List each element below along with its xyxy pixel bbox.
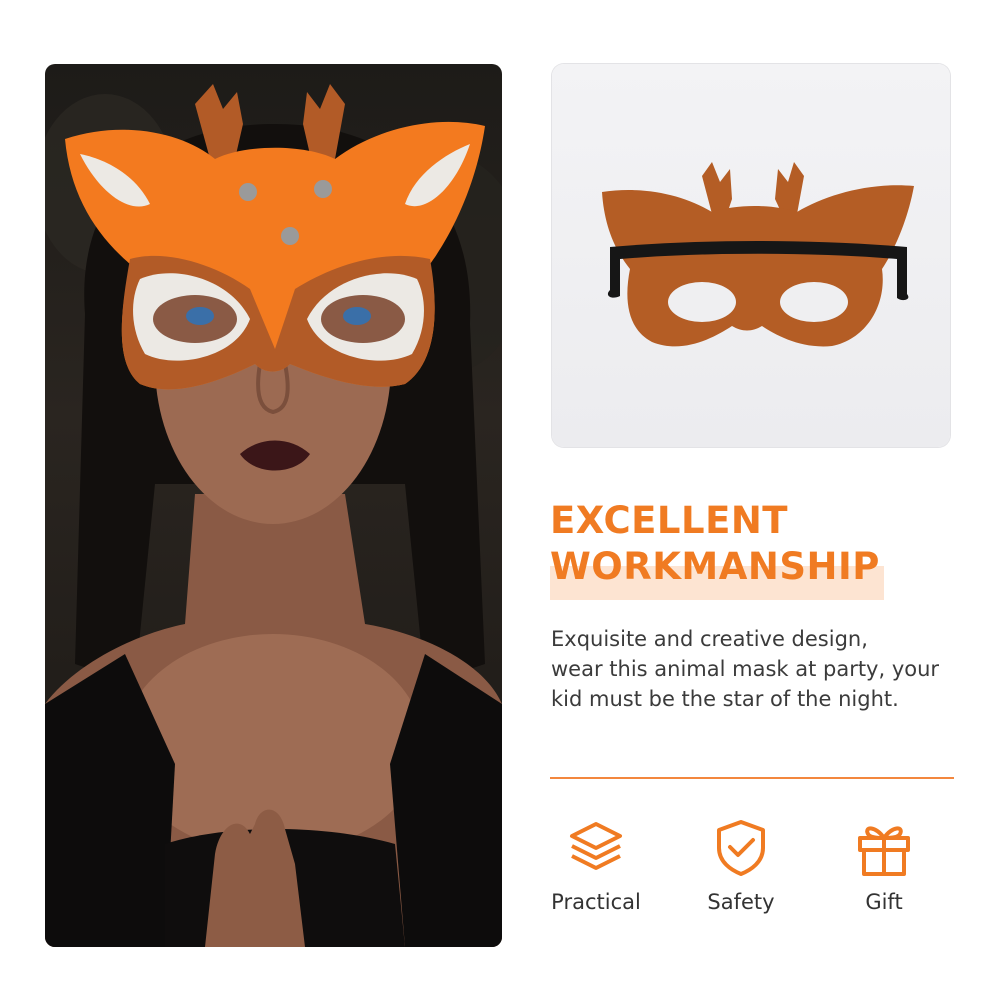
product-model-photo: [45, 64, 502, 947]
description-line-2: wear this animal mask at party, your: [551, 657, 940, 681]
shield-check-icon: [717, 820, 765, 876]
section-divider: [550, 777, 954, 779]
headline-line-2: WORKMANSHIP: [550, 545, 880, 588]
feature-label-safety: Safety: [707, 890, 775, 914]
feature-label-gift: Gift: [865, 890, 903, 914]
description-line-3: kid must be the star of the night.: [551, 687, 899, 711]
feature-gift: Gift: [824, 818, 944, 914]
gift-icon: [858, 826, 910, 876]
headline: EXCELLENT WORKMANSHIP: [550, 498, 950, 590]
layers-icon: [570, 822, 622, 870]
feature-label-practical: Practical: [551, 890, 641, 914]
product-description: Exquisite and creative design, wear this…: [551, 624, 971, 714]
description-line-1: Exquisite and creative design,: [551, 627, 868, 651]
feature-practical: Practical: [536, 818, 656, 914]
product-flat-photo: [552, 64, 950, 447]
feature-safety: Safety: [681, 818, 801, 914]
headline-line-1: EXCELLENT: [550, 499, 789, 542]
